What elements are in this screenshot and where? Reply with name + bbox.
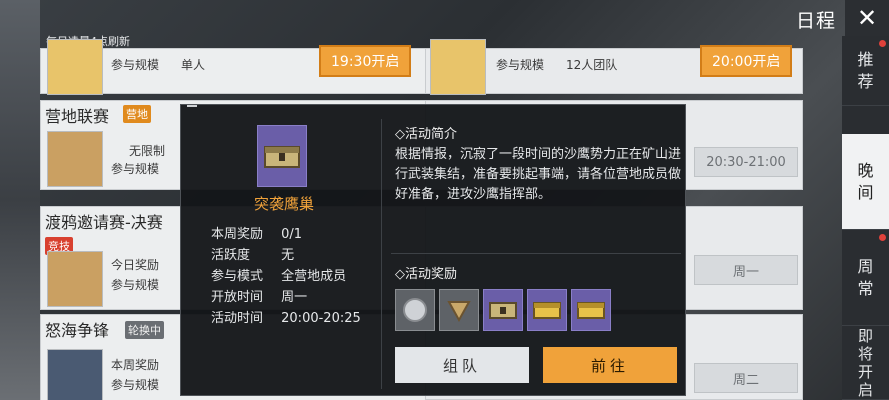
go-button[interactable]: 前往 [543, 347, 677, 383]
reward-item[interactable] [571, 289, 611, 331]
tab-label: 晚 间 [857, 160, 874, 202]
info-value: 全营地成员 [281, 269, 347, 284]
info-label: 参与模式 [211, 269, 264, 284]
page-title: 日程 [796, 10, 837, 32]
event-description: 根据情报，沉寂了一段时间的沙鹰势力正在矿山进行武装集结，准备要挑起事端，请各位营… [395, 147, 682, 202]
event-icon [257, 125, 307, 187]
modal-accent [187, 105, 197, 107]
modal-divider [381, 119, 382, 389]
medal-icon [47, 131, 103, 187]
info-value: 20:00-20:25 [281, 311, 361, 326]
card-title: 营地联赛 [45, 107, 110, 126]
tab-weekly[interactable]: 周 常 [842, 230, 889, 326]
tab-evening[interactable]: 晚 间 [842, 134, 889, 230]
info-row: 开放时间 周一 [211, 286, 307, 305]
scale-label: 参与规模 [496, 58, 545, 72]
rotation-badge: 轮换中 [125, 321, 164, 339]
side-tabs: 推 荐 晚 间 周 常 即 将 开 启 [842, 36, 889, 400]
card-title: 怒海争锋 [45, 321, 110, 340]
info-row: 活跃度 无 [211, 244, 294, 263]
background-left [0, 0, 40, 400]
scale-label: 参与规模 [111, 378, 160, 392]
golden-chest-icon [533, 302, 561, 319]
close-button[interactable]: ✕ [845, 0, 889, 36]
tab-label: 推 荐 [857, 49, 874, 91]
today-reward-label: 今日奖励 [111, 258, 160, 272]
open-time-button[interactable]: 20:00开启 [700, 45, 793, 77]
info-label: 活动时间 [211, 311, 264, 326]
event-name: 突袭鹰巢 [253, 195, 314, 213]
notification-dot [879, 234, 886, 241]
chest-icon [47, 39, 103, 95]
info-value: 0/1 [281, 227, 303, 242]
reward-title: ◇活动奖励 [395, 267, 457, 282]
tab-recommend[interactable]: 推 荐 [842, 36, 889, 106]
weekly-reward-label: 本周奖励 [111, 358, 160, 372]
scale-value: 单人 [181, 58, 206, 72]
info-row: 活动时间 20:00-20:25 [211, 307, 361, 326]
golden-chest-icon [577, 302, 605, 319]
activity-detail-modal: 突袭鹰巢 本周奖励 0/1 活跃度 无 参与模式 全营地成员 开放时间 周一 活… [180, 104, 686, 396]
chest-icon [430, 39, 486, 95]
info-value: 无 [281, 248, 295, 263]
reward-item[interactable] [439, 289, 479, 331]
time-slot: 20:30-21:00 [694, 147, 798, 177]
limit-text: 无限制 [129, 144, 166, 158]
scale-label: 参与规模 [111, 58, 160, 72]
scale-label: 参与规模 [111, 162, 160, 176]
activity-card[interactable]: 参与规模 单人 19:30开启 [40, 39, 460, 95]
info-label: 开放时间 [211, 290, 264, 305]
close-icon: ✕ [856, 4, 878, 32]
open-time-button[interactable]: 19:30开启 [319, 45, 412, 77]
info-label: 本周奖励 [211, 227, 264, 242]
activity-card[interactable]: 参与规模 12人团队 20:00开启 [425, 39, 803, 95]
info-row: 参与模式 全营地成员 [211, 265, 346, 284]
silver-coin-icon [403, 298, 427, 322]
info-label: 活跃度 [211, 248, 251, 263]
intro-title: ◇活动简介 [395, 127, 457, 142]
crate-icon [264, 146, 300, 168]
team-button[interactable]: 组队 [395, 347, 529, 383]
camp-badge: 营地 [123, 105, 151, 123]
crate-icon [489, 302, 517, 319]
scale-value: 12人团队 [566, 58, 618, 72]
section-divider [391, 253, 681, 254]
time-slot: 周一 [694, 255, 798, 285]
reward-item[interactable] [527, 289, 567, 331]
tab-upcoming[interactable]: 即 将 开 启 [842, 326, 889, 400]
triangle-badge-icon [447, 301, 471, 323]
notification-dot [879, 40, 886, 47]
time-slot: 周二 [694, 363, 798, 393]
reward-item[interactable] [395, 289, 435, 331]
medal-icon [47, 251, 103, 307]
tab-label: 即 将 开 启 [857, 326, 873, 399]
scale-label: 参与规模 [111, 278, 160, 292]
card-title: 渡鸦邀请赛-决赛 [45, 213, 163, 232]
info-value: 周一 [281, 290, 308, 305]
reward-item[interactable] [483, 289, 523, 331]
case-icon [47, 349, 103, 400]
tab-label: 周 常 [857, 256, 874, 298]
info-row: 本周奖励 0/1 [211, 223, 302, 242]
